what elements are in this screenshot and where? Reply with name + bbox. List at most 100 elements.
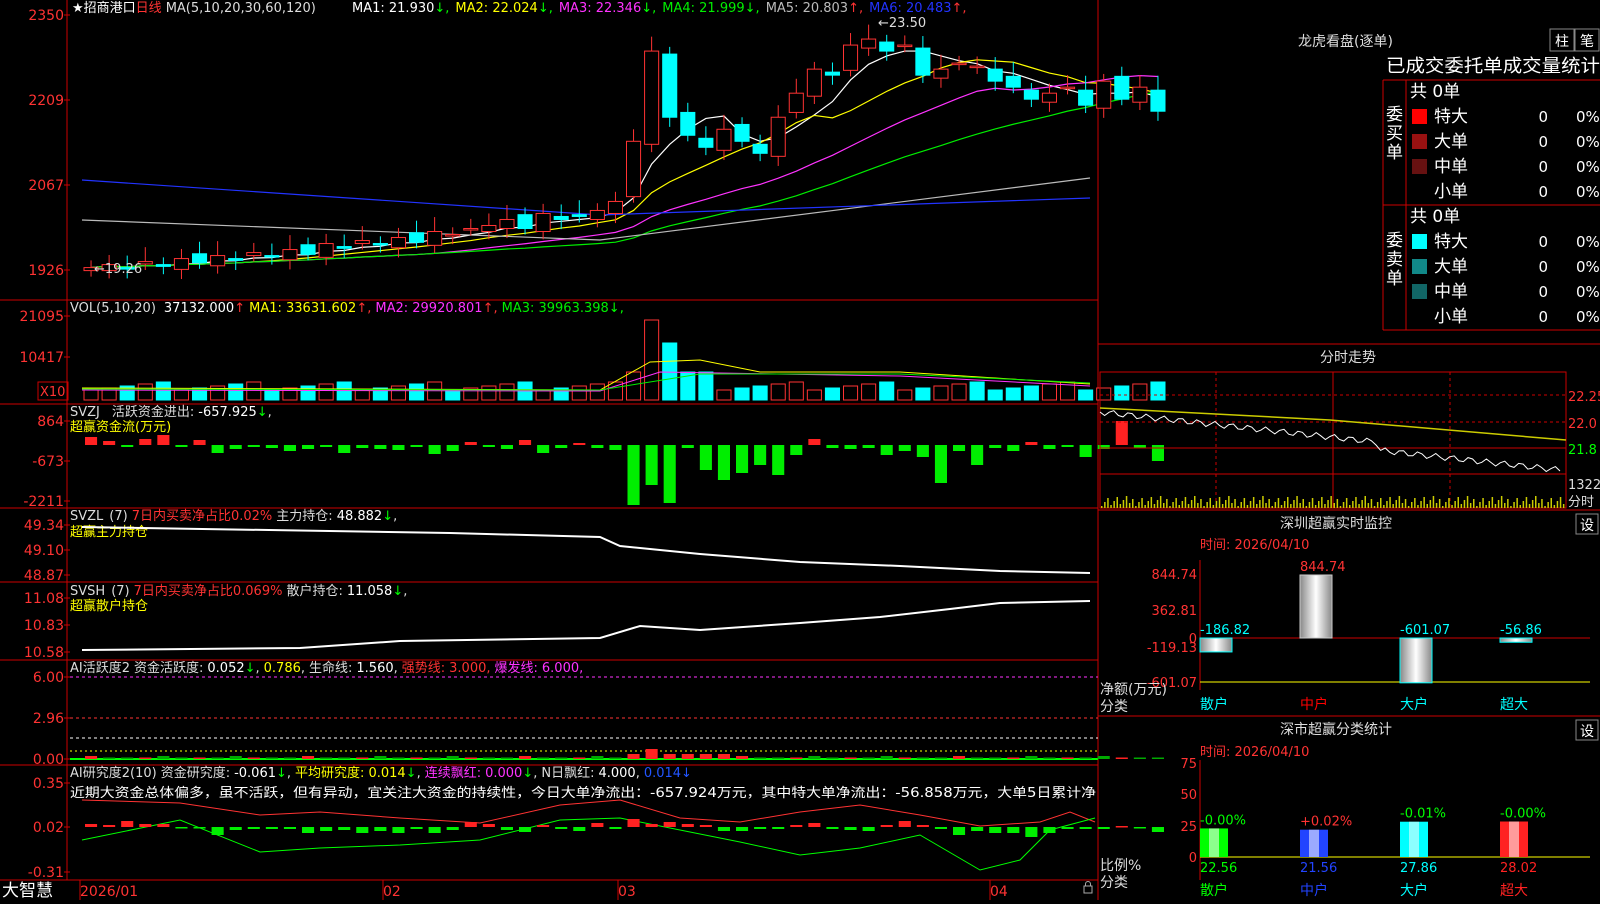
svzj-bar	[754, 445, 767, 465]
intraday-panel[interactable]: 分时走势 22.25 22.0 21.8 1322 分时	[1099, 350, 1600, 510]
volume-bar	[951, 383, 967, 401]
ma-spec: MA(5,10,20,30,60,120)	[166, 1, 316, 16]
legend-swatch	[1412, 134, 1427, 149]
svzj-bar	[880, 445, 893, 455]
y-tick: -0.31	[28, 865, 64, 881]
intraday-vol-bar	[1370, 499, 1373, 508]
volume-bar	[445, 389, 461, 401]
dragon-panel[interactable]: 龙虎看盘(逐单) 柱 笔 已成交委托单成交量统计 委买单 委卖单 共 0单 共 …	[1298, 28, 1600, 327]
classify-bar-shine	[1209, 828, 1219, 857]
ai-research-bar	[410, 827, 423, 829]
volume-bars	[81, 319, 1166, 401]
intraday-vol-bar	[1181, 501, 1184, 508]
kline-ma-lines	[81, 50, 1159, 269]
intraday-vol-bar	[1166, 499, 1168, 508]
monitor-settings-button[interactable]: 设	[1575, 513, 1599, 535]
candle-body	[824, 71, 841, 76]
intraday-vol-bar	[1110, 505, 1112, 508]
classify-panel[interactable]: 深市超赢分类统计 设 时间: 2026/04/10 75 50 25 0 -0.00% 2…	[1100, 719, 1599, 899]
svsh-panel[interactable]: SVSH (7) 7日内买卖净占比0.069% 散户持仓: 11.058↓, 超赢散户持…	[24, 583, 1091, 661]
ai-research-bar	[537, 825, 550, 827]
ai-active-panel[interactable]: AI活跃度2 资金活跃度: 0.052↓, 0.786, 生命线: 1.560, 强势线: 3…	[33, 660, 1164, 768]
ai-active-bar	[265, 757, 278, 759]
ai-research-bar	[85, 824, 98, 827]
row-label: 特大	[1434, 232, 1468, 252]
intraday-vol-bar	[1336, 499, 1339, 508]
row-count: 0	[1538, 283, 1548, 301]
classify-settings-button[interactable]: 设	[1575, 719, 1599, 741]
classify-y-tick: 75	[1180, 757, 1197, 772]
classify-bar-shine	[1509, 821, 1519, 857]
ai-research-bar	[320, 827, 333, 831]
ai-research-bar	[139, 824, 152, 827]
ai-research-bar	[754, 827, 767, 829]
bar-mode-button[interactable]: 柱	[1549, 28, 1575, 52]
ai-active-bar	[446, 756, 459, 759]
dragon-title: 龙虎看盘(逐单)	[1298, 33, 1393, 50]
ai-research-bar	[103, 825, 116, 827]
ai-research-bar	[627, 819, 640, 827]
monitor-category: 超大	[1500, 697, 1528, 713]
ai-active-bar	[555, 757, 568, 759]
svzj-panel[interactable]: SVZJ 活跃资金进出: -657.925↓, 超赢资金流(万元) 864 -673 -…	[23, 404, 1164, 510]
lock-icon[interactable]	[1083, 881, 1093, 894]
ai-active-bar	[338, 757, 351, 759]
ai-research-panel[interactable]: AI研究度2(10) 资金研究度: -0.061↓, 平均研究度: 0.014↓, 连续飘…	[28, 765, 1164, 881]
ai-active-bar	[193, 757, 206, 759]
ai-active-bar	[85, 756, 98, 759]
candle-body	[264, 255, 280, 258]
classify-value-label: 28.02	[1500, 861, 1537, 876]
svzj-bar	[247, 445, 260, 447]
intraday-vol-bar	[1330, 496, 1332, 508]
intraday-vol-bar	[1538, 503, 1540, 508]
intraday-vol-bar	[1364, 496, 1366, 508]
svzj-bar	[193, 440, 206, 445]
vol-ma-legend-item: MA3: 39963.398	[502, 301, 609, 316]
kline-panel[interactable]: ★招商港口日线 MA(5,10,20,30,60,120) MA1: 21.930…	[28, 1, 1166, 280]
svzj-bar	[1115, 421, 1128, 445]
high-note: ←23.50	[878, 16, 926, 31]
monitor-bar	[1299, 574, 1333, 639]
intraday-vol-bar	[1221, 504, 1224, 508]
monitor-panel[interactable]: 深圳超赢实时监控 设 时间: 2026/04/10 844.74362.810-…	[1100, 513, 1599, 715]
ai-active-bar	[374, 756, 387, 759]
intraday-vol-bar	[1209, 498, 1211, 508]
x-label-feb: 02	[383, 884, 401, 900]
ai-active-bar	[1007, 757, 1020, 759]
ai-active-bar	[971, 757, 984, 759]
svzj-bar	[717, 445, 730, 480]
svzj-subtitle: 超赢资金流(万元)	[70, 419, 171, 435]
intraday-vol-bar	[1339, 506, 1342, 508]
ai-research-bar	[283, 827, 296, 829]
volume-bar	[155, 381, 171, 401]
ma-line	[90, 91, 1159, 269]
ai-research-bar	[772, 827, 785, 829]
ai-research-bar	[609, 827, 622, 829]
candle-body	[915, 47, 931, 76]
intraday-vol-bar	[1507, 499, 1509, 508]
classify-value-label: 27.86	[1400, 861, 1437, 876]
intraday-vol-bar	[1485, 505, 1487, 508]
stroke-mode-button[interactable]: 笔	[1574, 28, 1600, 52]
intraday-vol-bar	[1231, 503, 1233, 508]
intraday-vol-bar	[1500, 496, 1503, 508]
intraday-vol-bar	[1435, 503, 1438, 508]
svsh-subtitle: 超赢散户持仓	[70, 598, 148, 614]
svzj-bar	[916, 445, 929, 457]
ai-research-bar	[989, 827, 1002, 833]
svzj-bar	[103, 441, 116, 445]
legend-swatch	[1412, 284, 1427, 299]
ai-active-bar	[103, 757, 116, 759]
intraday-vol-bar	[1141, 498, 1143, 508]
ai-research-bar	[591, 823, 604, 827]
monitor-y-tick: -119.13	[1147, 641, 1197, 656]
svzl-panel[interactable]: SVZL (7) 7日内买卖净占比0.02% 主力持仓: 48.882↓, 超赢主力持仓…	[24, 508, 1091, 584]
svzl-line	[81, 526, 1091, 574]
intraday-vol-bar	[1178, 505, 1180, 508]
volume-panel[interactable]: VOL(5,10,20) 37132.000↑ MA1: 33631.602↑, MA…	[19, 301, 1166, 401]
classify-category: 散户	[1200, 882, 1228, 899]
legend-swatch	[1412, 159, 1427, 174]
svzj-bar	[464, 442, 477, 445]
candle-body	[969, 65, 985, 69]
svzj-bar	[555, 445, 568, 448]
